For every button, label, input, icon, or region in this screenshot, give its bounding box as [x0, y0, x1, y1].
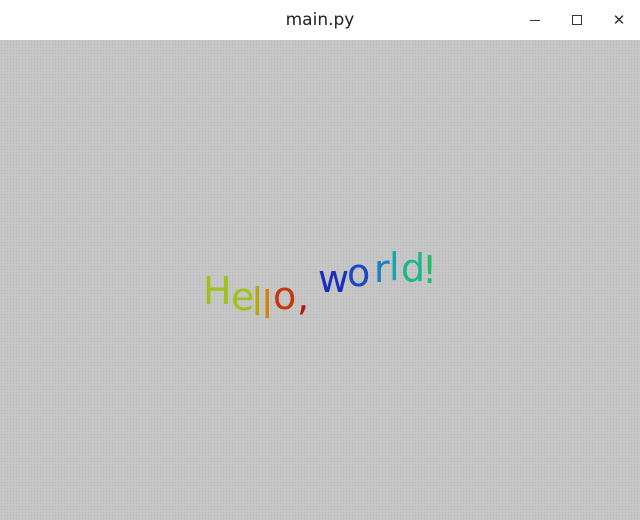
wave-letter: l — [262, 283, 273, 327]
minimize-icon — [530, 19, 540, 21]
close-icon: ✕ — [612, 10, 626, 29]
wave-letter: l — [252, 280, 263, 324]
wave-letter — [305, 270, 317, 308]
close-button[interactable]: ✕ — [598, 0, 640, 40]
wave-letter: w — [318, 257, 350, 301]
wave-letter: o — [347, 251, 371, 295]
wave-letter: r — [374, 247, 390, 291]
wave-letter: l — [389, 245, 400, 289]
title-bar[interactable]: main.py ✕ — [0, 0, 640, 40]
wave-letter: H — [203, 269, 232, 313]
wave-text: Hello, w o r l d! — [0, 40, 640, 520]
maximize-button[interactable] — [556, 0, 598, 40]
minimize-button[interactable] — [514, 0, 556, 40]
app-window: main.py ✕ Hello, w o r l d! — [0, 0, 640, 520]
wave-letter: o — [273, 274, 297, 318]
wave-letter: ! — [422, 248, 438, 292]
maximize-icon — [572, 15, 582, 25]
drawing-canvas: Hello, w o r l d! — [0, 40, 640, 520]
wave-letter: e — [231, 275, 255, 319]
